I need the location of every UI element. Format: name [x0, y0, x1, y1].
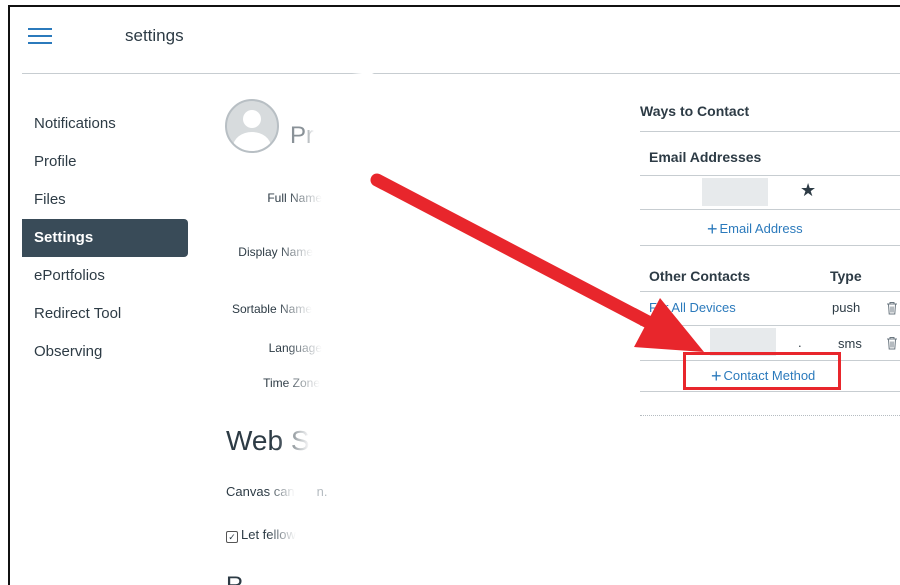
time-zone-label: Time Zone: [263, 376, 320, 390]
highlight-box: [683, 352, 841, 390]
web-services-description: Canvas can n.: [226, 484, 328, 499]
nav-item-settings[interactable]: Settings: [22, 219, 188, 257]
dotted-divider: [640, 415, 900, 416]
sortable-name-label: Sortable Name: [231, 302, 312, 316]
add-email-address-label: Email Address: [719, 221, 803, 236]
canvas-text-end: n.: [316, 484, 328, 499]
nav-item-files[interactable]: Files: [22, 181, 188, 219]
nav-item-eportfolios[interactable]: ePortfolios: [22, 257, 188, 295]
divider: [640, 175, 900, 176]
header-divider: [22, 73, 900, 74]
plus-icon: +: [707, 219, 718, 239]
app-window: settings Notifications Profile Files Set…: [8, 5, 900, 585]
contact-row-type-0: push: [832, 300, 861, 315]
web-services-title: Web S: [226, 425, 310, 456]
other-contacts-header: Other Contacts: [649, 268, 751, 284]
email-addresses-header: Email Addresses: [649, 149, 762, 165]
nav-item-observing[interactable]: Observing: [22, 333, 188, 371]
divider: [640, 245, 900, 246]
contact-row-name-1: .: [798, 335, 802, 350]
full-name-label: Full Name: [267, 191, 322, 205]
avatar-icon[interactable]: [225, 99, 279, 153]
divider: [640, 391, 900, 392]
type-header: Type: [830, 268, 862, 284]
profile-title: Pr: [290, 122, 314, 149]
canvas-text-start: Canvas can: [226, 484, 295, 499]
contact-row-name-0[interactable]: For All Devices: [649, 300, 736, 315]
display-name-label: Display Name: [238, 245, 313, 259]
contact-row-type-1: sms: [838, 336, 862, 351]
star-icon[interactable]: ★: [800, 180, 816, 201]
divider: [640, 325, 900, 326]
redacted-email: [702, 178, 768, 206]
let-fellow-row[interactable]: ✓ Let fellow: [226, 527, 296, 543]
ways-to-contact-title: Ways to Contact: [640, 103, 750, 119]
nav-item-redirect-tool[interactable]: Redirect Tool: [22, 295, 188, 333]
breadcrumb[interactable]: settings: [125, 26, 184, 46]
language-label: Language: [268, 341, 322, 355]
next-section-title: R...: [226, 572, 263, 585]
hamburger-icon[interactable]: [28, 27, 52, 45]
trash-icon[interactable]: [886, 301, 898, 315]
let-fellow-label: Let fellow: [241, 527, 296, 542]
nav-item-profile[interactable]: Profile: [22, 143, 188, 181]
left-nav: Notifications Profile Files Settings ePo…: [22, 105, 188, 371]
let-fellow-checkbox[interactable]: ✓: [226, 531, 238, 543]
trash-icon[interactable]: [886, 336, 898, 350]
divider: [640, 291, 900, 292]
nav-item-notifications[interactable]: Notifications: [22, 105, 188, 143]
divider: [640, 209, 900, 210]
divider: [640, 131, 900, 132]
add-email-address-link[interactable]: + Email Address: [707, 219, 803, 240]
